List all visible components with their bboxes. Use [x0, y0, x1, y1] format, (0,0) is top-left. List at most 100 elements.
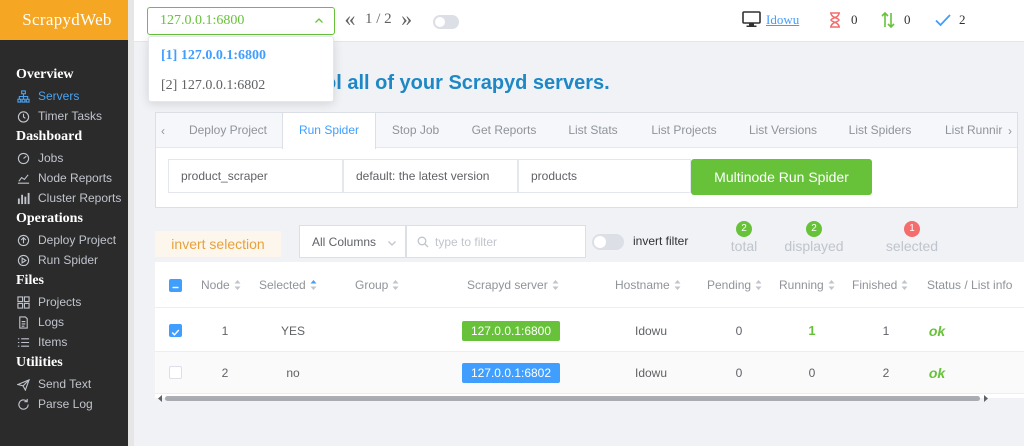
header-group[interactable]: Group [355, 262, 399, 308]
tab-list-running[interactable]: List Runnir [929, 113, 1003, 148]
sidebar-item-label: Items [38, 335, 68, 349]
sidebar-item-label: Projects [38, 295, 82, 309]
monitor-icon [742, 11, 761, 27]
sidebar-item-cluster-reports[interactable]: Cluster Reports [0, 188, 128, 208]
page-prev-button[interactable]: « [341, 8, 359, 30]
tab-get-reports[interactable]: Get Reports [455, 113, 553, 148]
header-label: Running [779, 278, 824, 292]
sidebar-item-label: Timer Tasks [38, 109, 103, 123]
sidebar-item-run-spider[interactable]: Run Spider [0, 250, 128, 270]
sidebar-item-logs[interactable]: Logs [0, 312, 128, 332]
finished-stat[interactable]: 2 [934, 11, 966, 29]
header-label: Scrapyd server [467, 278, 548, 292]
hourglass-icon [830, 12, 840, 28]
sidebar-item-items[interactable]: Items [0, 332, 128, 352]
page-headline: ol all of your Scrapyd servers. [324, 72, 610, 94]
scrollbar-thumb[interactable] [165, 396, 980, 401]
cell-server: 127.0.0.1:6800 [431, 310, 591, 352]
sort-icon [234, 279, 241, 290]
tab-list-versions[interactable]: List Versions [735, 113, 831, 148]
tab-list-spiders[interactable]: List Spiders [831, 113, 929, 148]
cell-finished: 1 [882, 324, 890, 338]
grid-icon [16, 295, 30, 309]
columns-select[interactable]: All Columns [299, 225, 406, 258]
filter-input[interactable]: type to filter [406, 225, 586, 258]
row-checkbox[interactable] [169, 366, 182, 379]
sidebar-item-timer-tasks[interactable]: Timer Tasks [0, 106, 128, 126]
sidebar-item-parse-log[interactable]: Parse Log [0, 394, 128, 414]
cell-group [351, 352, 411, 394]
sort-icon [755, 279, 762, 290]
sidebar-item-label: Node Reports [38, 171, 113, 185]
cell-node: 1 [221, 324, 229, 338]
sidebar-item-jobs[interactable]: Jobs [0, 148, 128, 168]
spider-field[interactable]: products [518, 159, 691, 193]
chevron-right-icon: › [1008, 123, 1012, 138]
running-stat[interactable]: 0 [879, 11, 911, 29]
chevron-left-icon: ‹ [161, 123, 165, 138]
sidebar: ScrapydWeb Overview Servers Timer Tasks … [0, 0, 134, 446]
sidebar-item-servers[interactable]: Servers [0, 86, 128, 106]
header-hostname[interactable]: Hostname [615, 262, 681, 308]
pending-stat[interactable]: 0 [826, 11, 858, 29]
table-row[interactable]: 2 no 127.0.0.1:6802 Idowu 0 0 2 ok [155, 352, 1024, 394]
tab-list-stats[interactable]: List Stats [553, 113, 633, 148]
header-selected[interactable]: Selected [259, 262, 317, 308]
project-field[interactable]: product_scraper [168, 159, 343, 193]
refresh-icon [16, 397, 30, 411]
tab-stop-job[interactable]: Stop Job [376, 113, 455, 148]
servers-toggle[interactable] [433, 15, 459, 29]
total-counter: 2 total [712, 218, 776, 254]
table-horizontal-scrollbar[interactable] [155, 394, 990, 402]
multinode-run-spider-button[interactable]: Multinode Run Spider [691, 159, 872, 195]
row-checkbox[interactable] [169, 324, 182, 337]
invert-filter-toggle[interactable] [592, 234, 624, 250]
cell-status[interactable]: ok [917, 352, 957, 394]
invert-selection-button[interactable]: invert selection [155, 231, 281, 257]
header-finished[interactable]: Finished [852, 262, 908, 308]
user-link[interactable]: Idowu [766, 12, 799, 28]
sidebar-scrollbar[interactable] [128, 0, 134, 446]
sidebar-item-node-reports[interactable]: Node Reports [0, 168, 128, 188]
sidebar-item-deploy-project[interactable]: Deploy Project [0, 230, 128, 250]
chart-line-icon [16, 171, 30, 185]
server-option-1[interactable]: [1] 127.0.0.1:6800 [149, 41, 333, 71]
select-all-checkbox[interactable] [169, 279, 182, 292]
tabs-scroll-right[interactable]: › [1003, 113, 1017, 148]
cell-status[interactable]: ok [917, 310, 957, 352]
tab-run-spider[interactable]: Run Spider [282, 113, 376, 149]
header-node[interactable]: Node [201, 262, 241, 308]
header-label: Finished [852, 278, 898, 292]
sidebar-section-operations: Operations [16, 211, 83, 226]
check-icon [935, 14, 951, 27]
chevron-down-icon [388, 241, 396, 246]
app-logo[interactable]: ScrapydWeb [0, 0, 134, 40]
tab-list-projects[interactable]: List Projects [633, 113, 735, 148]
header-label: Node [201, 278, 230, 292]
server-tag[interactable]: 127.0.0.1:6802 [461, 363, 561, 383]
server-select[interactable]: 127.0.0.1:6800 [147, 7, 335, 35]
filter-placeholder: type to filter [435, 234, 498, 249]
header-pending[interactable]: Pending [707, 262, 762, 308]
search-icon [417, 236, 429, 247]
server-tag[interactable]: 127.0.0.1:6800 [461, 321, 561, 341]
toggle-knob [435, 17, 445, 27]
version-field[interactable]: default: the latest version [343, 159, 518, 193]
sort-icon [674, 279, 681, 290]
check-icon [171, 329, 180, 336]
tab-deploy-project[interactable]: Deploy Project [174, 113, 282, 148]
sidebar-nav: Overview Servers Timer Tasks Dashboard J… [0, 64, 128, 414]
sidebar-item-projects[interactable]: Projects [0, 292, 128, 312]
server-option-2[interactable]: [2] 127.0.0.1:6802 [149, 71, 333, 101]
sort-arrows-icon [881, 11, 895, 29]
cell-running: 1 [808, 323, 816, 338]
header-running[interactable]: Running [779, 262, 835, 308]
sitemap-icon [16, 89, 30, 103]
header-scrapyd-server[interactable]: Scrapyd server [467, 262, 559, 308]
page-indicator: 1 / 2 [365, 10, 392, 27]
sidebar-item-send-text[interactable]: Send Text [0, 374, 128, 394]
tabs-scroll-left[interactable]: ‹ [156, 113, 170, 148]
table-header: Node Selected Group Scrapyd server Hostn… [155, 262, 1024, 308]
page-next-button[interactable]: » [398, 8, 416, 30]
table-row[interactable]: 1 YES 127.0.0.1:6800 Idowu 0 1 1 ok [155, 310, 1024, 352]
